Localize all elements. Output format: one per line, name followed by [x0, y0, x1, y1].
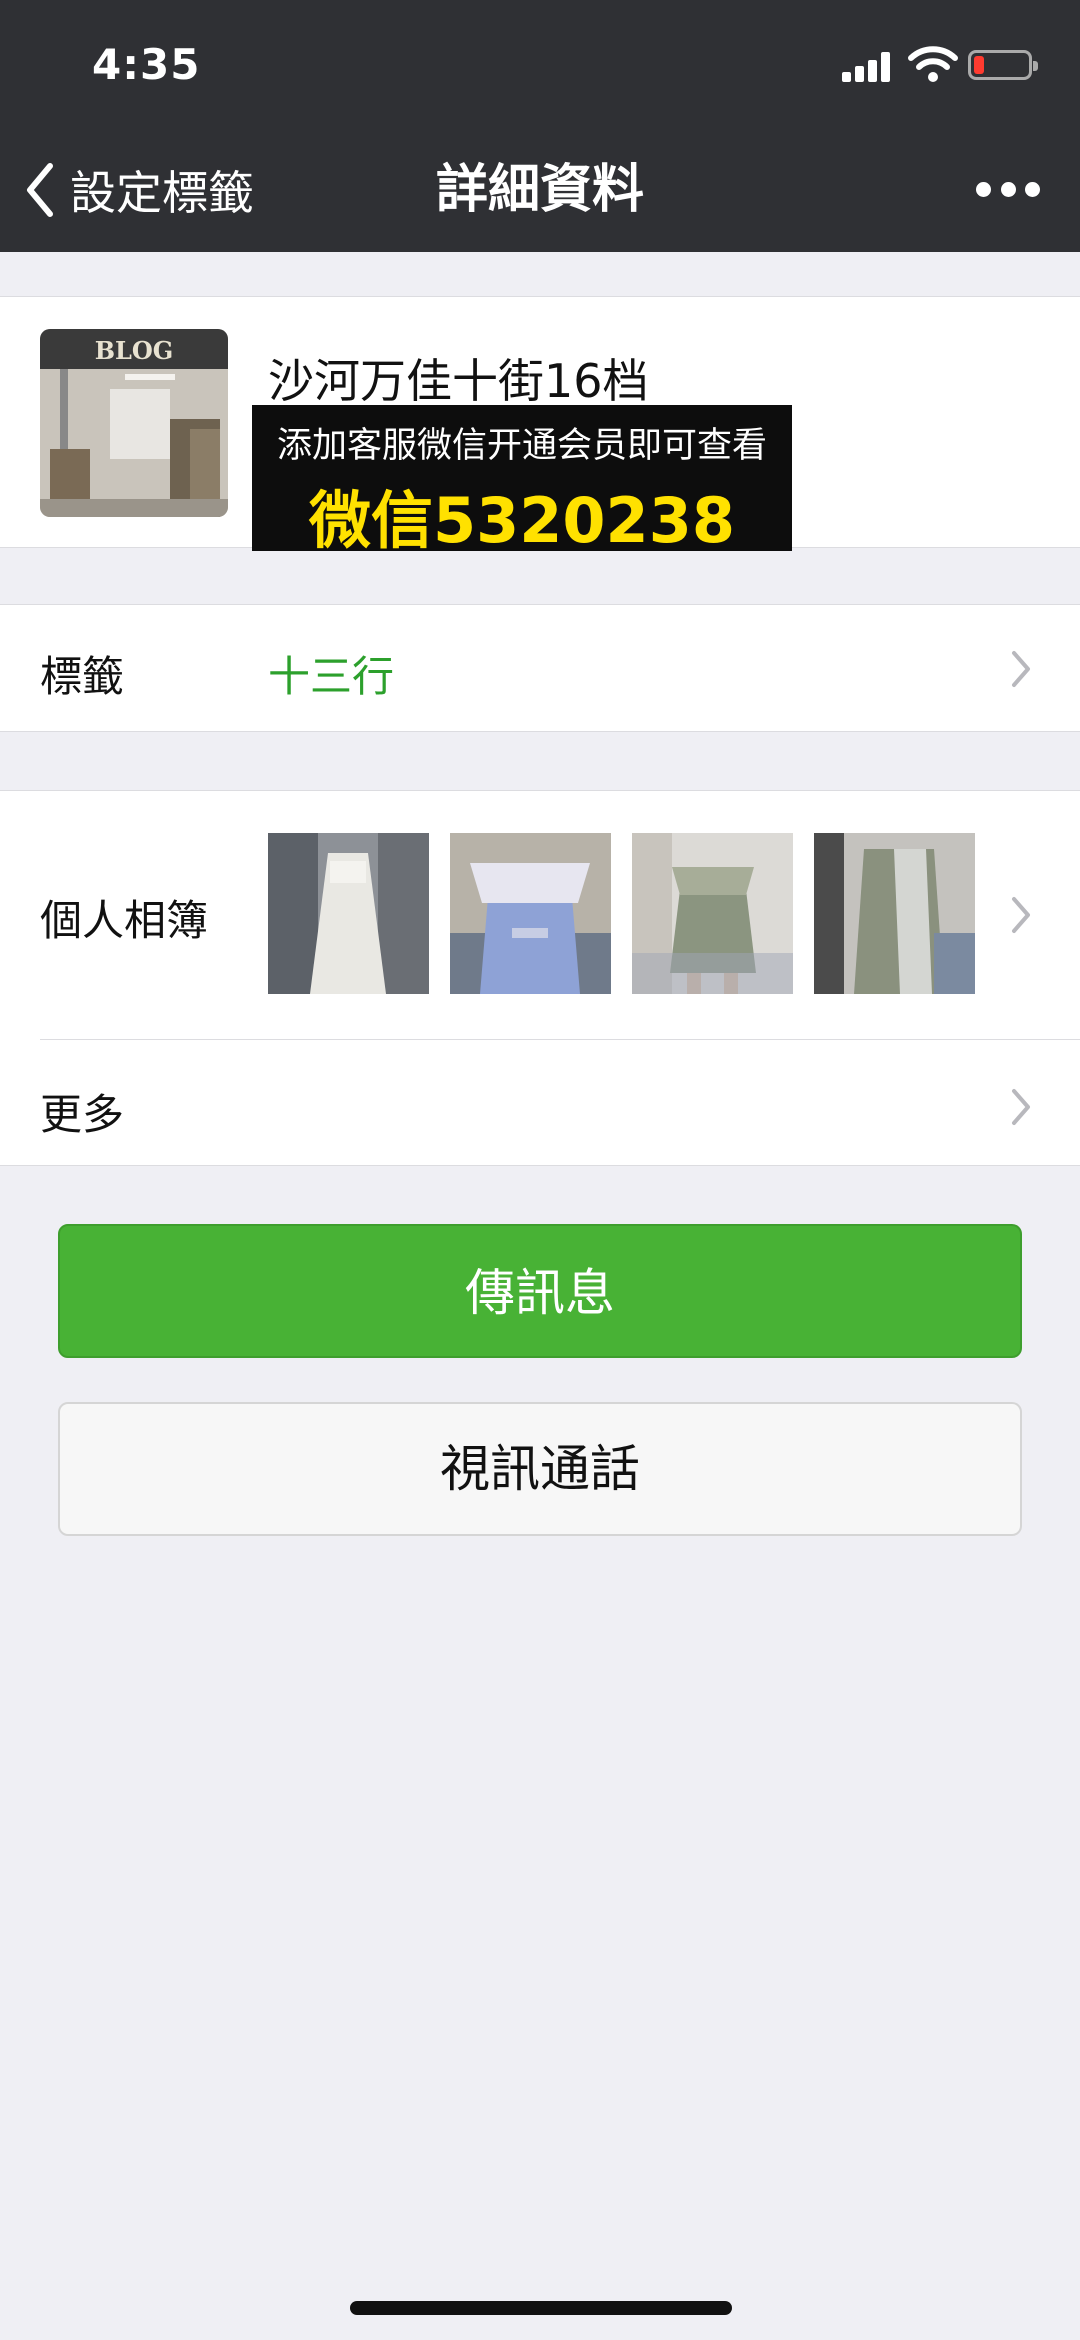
top-bar: 4:35 設定標籤 詳細資料 [0, 0, 1080, 252]
album-label: 個人相簿 [40, 896, 209, 945]
video-call-button[interactable]: 視訊通話 [58, 1402, 1022, 1536]
chevron-right-icon [1012, 651, 1030, 687]
store-photo: BLOG [40, 329, 228, 517]
tags-label: 標籤 [40, 652, 125, 701]
album-photo[interactable] [814, 833, 975, 994]
album-photo[interactable] [268, 833, 429, 994]
tags-value: 十三行 [268, 652, 395, 701]
album-photo[interactable] [450, 833, 611, 994]
home-indicator[interactable] [350, 2301, 732, 2315]
promo-line-1: 添加客服微信开通会员即可查看 [276, 426, 767, 466]
chevron-right-icon [1012, 897, 1030, 933]
cellular-signal-icon [842, 52, 896, 82]
promo-line-2: 微信5320238 [309, 484, 735, 557]
status-time: 4:35 [92, 40, 201, 89]
promo-overlay: 添加客服微信开通会员即可查看 微信5320238 [252, 405, 792, 557]
contact-name: 沙河万佳十街16档 [268, 354, 649, 408]
tags-row[interactable]: 標籤 十三行 [0, 604, 1080, 732]
chevron-right-icon [1012, 1089, 1030, 1125]
wifi-icon [908, 46, 958, 82]
divider [40, 1039, 1080, 1040]
avatar[interactable]: BLOG [40, 329, 228, 517]
album-photos[interactable] [268, 833, 975, 994]
more-label[interactable]: 更多 [40, 1081, 124, 1142]
profile-card: BLOG 沙河万佳十街16档 添加客服微信开通会员即可查看 微信5320238 [0, 296, 1080, 557]
more-options-icon[interactable] [976, 174, 1040, 204]
page-title: 詳細資料 [435, 160, 644, 220]
album-photo[interactable] [632, 833, 793, 994]
send-message-button[interactable]: 傳訊息 [58, 1224, 1022, 1358]
store-sign-text: BLOG [95, 336, 174, 365]
album-card: 個人相簿 更多 [0, 790, 1080, 1166]
battery-icon [968, 50, 1038, 80]
